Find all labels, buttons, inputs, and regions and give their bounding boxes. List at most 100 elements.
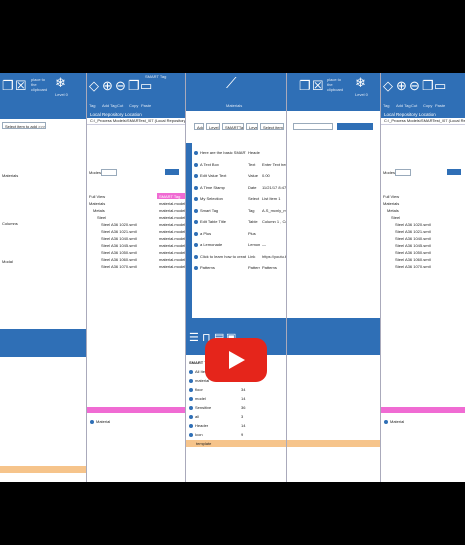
tree-item[interactable]: Steel A36 1050.smtl — [101, 250, 137, 255]
tree-item[interactable]: Materials — [383, 201, 399, 206]
grid-row[interactable]: Header 14 — [189, 423, 283, 429]
tree-item[interactable]: Steel A36 1040.smtl — [395, 236, 431, 241]
table-row[interactable]: A Text Box Text Enter Text here — [194, 162, 286, 168]
snowflake-icon[interactable]: ❄ — [355, 76, 366, 89]
table-row[interactable]: a Plus Plus — [194, 231, 284, 237]
tag-icon[interactable]: ◇ — [89, 79, 99, 92]
repository-path[interactable]: C:\_Process Models\SMARTest_\07 (Local R… — [381, 118, 465, 125]
table-row[interactable]: A Time Stamp Date 11/21/17 8:47:15 AM — [194, 185, 286, 191]
list-item[interactable]: Material — [384, 419, 404, 424]
tree-item[interactable]: Steel A36 1070.smtl — [101, 264, 137, 269]
tree-item[interactable]: Steel A36 1020.smtl — [101, 222, 137, 227]
table-row[interactable]: Edit Value Text Value 0.00 — [194, 173, 284, 179]
panel-3: ⟋ Materials Add Level SMARTTag_n123_card… — [186, 73, 287, 482]
tree-item[interactable]: Steel A36 1020.smtl — [395, 222, 431, 227]
select-dropdown[interactable]: Select item to add >>> — [2, 122, 46, 129]
table-row[interactable]: Here are the basic SMARTTag ElementsHead… — [194, 150, 284, 156]
grid-row[interactable]: Icon 9 — [189, 432, 283, 438]
cut-icon[interactable]: ⊖ — [115, 79, 126, 92]
table-cell-type: Link — [248, 253, 256, 259]
grid-row[interactable]: floor 34 — [189, 387, 283, 393]
tag-dot-icon — [384, 419, 388, 424]
paste-icon[interactable]: ▭ — [434, 79, 446, 92]
ribbon-text: place to the clipboard — [327, 77, 344, 92]
select-dropdown[interactable]: Select item to add >>> — [260, 123, 284, 130]
grid-cell-count: 34 — [241, 387, 246, 392]
view-toggle[interactable] — [447, 169, 461, 175]
repository-path[interactable]: C:\_Process Models\SMARTest_\07 (Local R… — [87, 118, 185, 125]
tag-dot-icon — [189, 397, 193, 401]
mode-dropdown[interactable] — [101, 169, 117, 176]
close-box-icon[interactable]: ☒ — [15, 79, 27, 92]
tree-item[interactable]: Columns — [2, 221, 18, 226]
grid-row[interactable]: all 3 — [189, 414, 283, 420]
tag-dot-icon — [90, 419, 94, 424]
tree-item[interactable]: Materials — [2, 173, 18, 178]
highlight-row[interactable]: template — [186, 440, 286, 447]
table-row[interactable]: My Selection Select List Item 1 — [194, 196, 284, 202]
chart-icon[interactable]: ⟋ — [226, 76, 237, 91]
dropdown[interactable] — [293, 123, 333, 130]
table-cell-name: a Plus — [200, 230, 212, 236]
element-icon — [194, 243, 198, 247]
copy-icon[interactable]: ❐ — [2, 79, 14, 92]
grid-row[interactable]: Sensitive 36 — [189, 405, 283, 411]
list-icon[interactable]: ☰ — [189, 331, 199, 344]
tree-item[interactable]: Materials — [89, 201, 105, 206]
tree-item[interactable]: Steel — [97, 215, 106, 220]
view-toggle[interactable] — [165, 169, 179, 175]
table-row[interactable]: PatternsPatternsPatterns — [194, 265, 284, 271]
add-dropdown[interactable]: Add — [194, 123, 204, 130]
tree-item[interactable]: Steel A36 1021.smtl — [395, 229, 431, 234]
add-tag-icon[interactable]: ⊕ — [396, 79, 407, 92]
tag-dot-icon — [189, 424, 193, 428]
tree-item[interactable]: Steel A36 1070.smtl — [395, 264, 431, 269]
repository-header: Local Repository Location — [87, 111, 185, 118]
tree-item[interactable]: Steel A36 1045.smtl — [101, 243, 137, 248]
tag-highlight — [87, 407, 185, 413]
table-row[interactable]: Click to learn how to create elements >>… — [194, 253, 286, 260]
tree-item[interactable]: Metals — [387, 208, 399, 213]
tree-item[interactable]: Steel — [391, 215, 400, 220]
table-row[interactable]: a Lemonade Lemonade— — [194, 242, 284, 248]
mode-dropdown[interactable] — [395, 169, 411, 176]
grid-row[interactable]: model 14 — [189, 396, 283, 402]
close-box-icon[interactable]: ☒ — [312, 79, 324, 92]
list-item[interactable]: Material — [90, 419, 110, 424]
add-tag-label: Add Tag — [396, 103, 411, 108]
add-button[interactable] — [337, 123, 373, 130]
tree-item[interactable]: Steel A36 1060.smtl — [101, 257, 137, 262]
cut-icon[interactable]: ⊖ — [409, 79, 420, 92]
snowflake-icon[interactable]: ❄ — [55, 76, 66, 89]
tag-icon[interactable]: ◇ — [383, 79, 393, 92]
video-frame[interactable]: ❐ ☒ place to the clipboard ❄ Level 0 Sel… — [0, 73, 465, 482]
tree-item[interactable]: Steel A36 1040.smtl — [101, 236, 137, 241]
tree-item[interactable]: Steel A36 1021.smtl — [101, 229, 137, 234]
tree-item-type: material.model — [159, 229, 186, 234]
grid-cell-count: 14 — [241, 396, 246, 401]
element-icon — [194, 151, 198, 155]
table-cell-type: Value — [248, 173, 258, 178]
copy-icon[interactable]: ❐ — [299, 79, 311, 92]
tag-highlight — [381, 407, 465, 413]
template-dropdown[interactable]: SMARTTag_n123_cards — [222, 123, 244, 130]
paste-icon[interactable]: ▭ — [140, 79, 152, 92]
tree-item[interactable]: Steel A36 1045.smtl — [395, 243, 431, 248]
tree-item[interactable]: Steel A36 1050.smtl — [395, 250, 431, 255]
copy-icon[interactable]: ❐ — [128, 79, 140, 92]
table-row[interactable]: Smart Tag Tag A.S_mcnly_material — [194, 208, 286, 214]
copy-icon[interactable]: ❐ — [422, 79, 434, 92]
table-row[interactable]: Edit Table Title Table Column 1 , Column 2… — [194, 219, 286, 225]
level2-dropdown[interactable]: Level 2 — [246, 123, 258, 130]
tree-item[interactable]: Metals — [93, 208, 105, 213]
panel-5: ◇ ⊕ ⊖ ❐ ▭ Tag Add Tag Cut Copy Paste Loc… — [381, 73, 465, 482]
tag-dot-icon — [189, 370, 193, 374]
tree-item[interactable]: Modal — [2, 259, 13, 264]
play-button[interactable] — [205, 338, 267, 382]
add-tag-icon[interactable]: ⊕ — [102, 79, 113, 92]
tree-item-type: material.model — [159, 257, 186, 262]
tree-item[interactable]: Steel A36 1060.smtl — [395, 257, 431, 262]
grid-cell-count: 9 — [241, 432, 244, 437]
level-dropdown[interactable]: Level — [206, 123, 220, 130]
ribbon: ◇ ⊕ ⊖ ❐ ▭ Tag Add Tag Cut Copy Paste — [381, 73, 465, 111]
